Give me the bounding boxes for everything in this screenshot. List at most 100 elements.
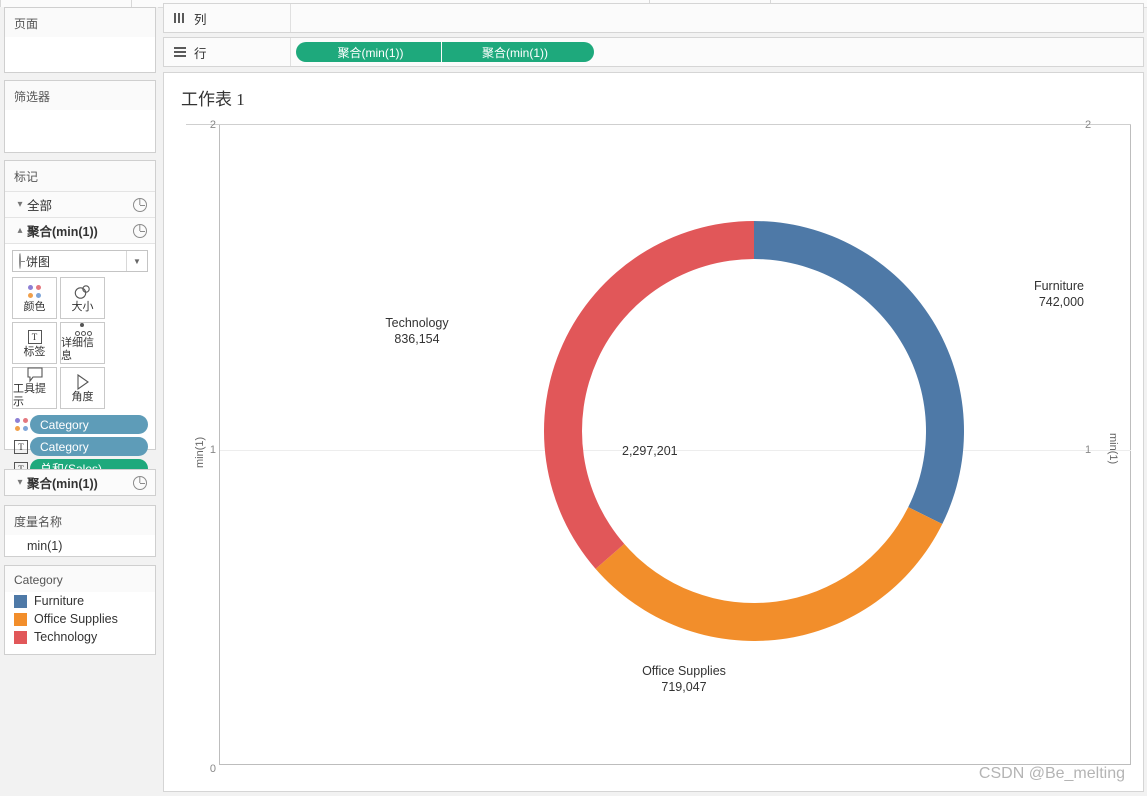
slice-label-office-supplies-value: 719,047: [661, 680, 707, 694]
legend-label-technology: Technology: [34, 630, 98, 644]
slice-label-technology: Technology 836,154: [344, 315, 490, 347]
donut-slice-furniture[interactable]: [754, 221, 964, 524]
watermark: CSDN @Be_melting: [978, 765, 1125, 782]
size-icon: [73, 282, 92, 301]
mark-type-value: 饼图: [26, 254, 51, 269]
slice-label-office-supplies-name: Office Supplies: [642, 664, 726, 678]
marks-row-all-label: 全部: [27, 199, 53, 213]
marks-row-all[interactable]: ▾ 全部: [5, 192, 155, 218]
columns-shelf-text: 列: [194, 12, 207, 27]
slice-label-technology-name: Technology: [385, 316, 449, 330]
marks-row-agg-2-label: 聚合(min(1)): [27, 477, 98, 491]
columns-shelf-dropzone[interactable]: [291, 4, 1143, 32]
rows-pill-1[interactable]: 聚合(min(1)): [296, 42, 441, 62]
marks-row-agg-2[interactable]: ▾ 聚合(min(1)): [5, 470, 155, 495]
columns-icon: [174, 12, 186, 24]
marks-pill-category-color[interactable]: Category: [30, 415, 148, 434]
marks-button-angle[interactable]: 角度: [60, 367, 105, 409]
chevron-down-icon[interactable]: ▾: [13, 477, 27, 488]
tableau-worksheet-window: 页面 筛选器 标记 ▾ 全部 ▴ 聚合(min(1)) 饼图 ▼ 颜色 大小 T…: [0, 0, 1147, 796]
columns-shelf-label: 列: [164, 4, 291, 32]
legend-label-office-supplies: Office Supplies: [34, 612, 118, 626]
rows-shelf-label: 行: [164, 38, 291, 66]
legend-swatch-furniture: [14, 594, 27, 608]
worksheet-view: 工作表 1 2 1 0 min(1) 2 1 min(1) Furniture …: [163, 72, 1144, 792]
label-text-icon: T: [27, 327, 42, 346]
left-axis-tick-0: 0: [209, 763, 216, 775]
marks-card-secondary[interactable]: ▾ 聚合(min(1)): [4, 469, 156, 496]
mark-type-dropdown[interactable]: 饼图 ▼: [12, 250, 148, 272]
color-dots-icon: [12, 417, 30, 432]
donut-slice-technology[interactable]: [544, 221, 754, 569]
marks-pill-row-label-category[interactable]: T Category: [12, 437, 148, 456]
page-title: 工作表 1: [181, 90, 245, 109]
marks-button-angle-label: 角度: [71, 391, 94, 403]
chevron-down-icon[interactable]: ▼: [126, 251, 147, 271]
chevron-down-icon[interactable]: ▾: [13, 199, 27, 210]
marks-pill-category-label[interactable]: Category: [30, 437, 148, 456]
legend-item-technology[interactable]: Technology: [5, 628, 155, 646]
left-axis-tick-2: 2: [209, 119, 216, 131]
rows-pill-2[interactable]: 聚合(min(1)): [442, 42, 594, 62]
marks-button-detail-label: 详细信息: [61, 337, 94, 362]
left-axis-title[interactable]: min(1): [194, 437, 206, 468]
marks-pill-row-color[interactable]: Category: [12, 415, 148, 434]
chevron-up-icon[interactable]: ▴: [13, 225, 27, 236]
pages-shelf[interactable]: 页面: [4, 7, 156, 73]
toolbar-seg-1: [0, 0, 132, 7]
marks-row-agg-label: 聚合(min(1)): [27, 225, 98, 239]
marks-button-color[interactable]: 颜色: [12, 277, 57, 319]
marks-button-label[interactable]: T 标签: [12, 322, 57, 364]
marks-button-detail[interactable]: 详细信息: [60, 322, 105, 364]
pages-shelf-title: 页面: [5, 8, 155, 37]
legend-item-furniture[interactable]: Furniture: [5, 592, 155, 610]
marks-card: 标记 ▾ 全部 ▴ 聚合(min(1)) 饼图 ▼ 颜色 大小 T 标签 详细信…: [4, 160, 156, 478]
marks-button-size-label: 大小: [71, 301, 94, 313]
angle-icon: [75, 372, 91, 391]
right-axis-tick-1: 1: [1085, 444, 1092, 456]
slice-label-office-supplies: Office Supplies 719,047: [604, 663, 764, 695]
donut-chart[interactable]: [544, 221, 964, 646]
left-sidebar: 页面 筛选器 标记 ▾ 全部 ▴ 聚合(min(1)) 饼图 ▼ 颜色 大小 T…: [0, 7, 158, 796]
slice-label-technology-value: 836,154: [394, 332, 440, 346]
measure-names-item[interactable]: min(1): [5, 535, 155, 559]
marks-card-title: 标记: [5, 161, 155, 192]
marks-row-agg[interactable]: ▴ 聚合(min(1)): [5, 218, 155, 244]
right-axis-tick-2: 2: [1085, 119, 1092, 131]
filters-shelf-title: 筛选器: [5, 81, 155, 110]
color-legend-title: Category: [5, 566, 155, 592]
marks-button-label-label: 标签: [23, 346, 46, 358]
slice-label-furniture: Furniture 742,000: [944, 278, 1084, 310]
rows-shelf-text: 行: [194, 46, 207, 61]
slice-label-furniture-value: 742,000: [1038, 295, 1084, 309]
donut-slice-office-supplies[interactable]: [595, 507, 943, 641]
right-axis-title[interactable]: min(1): [1107, 433, 1119, 464]
legend-label-furniture: Furniture: [34, 594, 85, 608]
filters-shelf[interactable]: 筛选器: [4, 80, 156, 153]
color-dots-icon: [27, 282, 42, 301]
marks-button-tooltip[interactable]: 工具提示: [12, 367, 57, 409]
rows-shelf-dropzone[interactable]: 聚合(min(1)) 聚合(min(1)): [291, 38, 1143, 66]
rows-icon: [174, 46, 186, 58]
pie-icon: [133, 475, 147, 490]
pie-icon: [19, 253, 21, 269]
measure-names-title: 度量名称: [5, 506, 155, 535]
tooltip-icon: [26, 367, 44, 383]
donut-svg[interactable]: [544, 221, 964, 641]
color-legend-card: Category Furniture Office Supplies Techn…: [4, 565, 156, 655]
measure-names-card: 度量名称 min(1): [4, 505, 156, 557]
columns-shelf[interactable]: 列: [163, 3, 1144, 33]
label-text-icon: T: [12, 439, 30, 454]
rows-shelf[interactable]: 行 聚合(min(1)) 聚合(min(1)): [163, 37, 1144, 67]
legend-swatch-office-supplies: [14, 612, 27, 626]
marks-button-color-label: 颜色: [23, 301, 46, 313]
slice-label-furniture-name: Furniture: [1033, 279, 1084, 293]
marks-button-size[interactable]: 大小: [60, 277, 105, 319]
marks-buttons: 颜色 大小 T 标签 详细信息 工具提示 角度: [5, 277, 155, 409]
marks-button-tooltip-label: 工具提示: [13, 383, 46, 408]
donut-center-total: 2,297,201: [622, 444, 678, 458]
detail-dots-icon: [74, 323, 92, 337]
legend-swatch-technology: [14, 630, 27, 644]
pie-icon: [133, 197, 147, 212]
legend-item-office-supplies[interactable]: Office Supplies: [5, 610, 155, 628]
